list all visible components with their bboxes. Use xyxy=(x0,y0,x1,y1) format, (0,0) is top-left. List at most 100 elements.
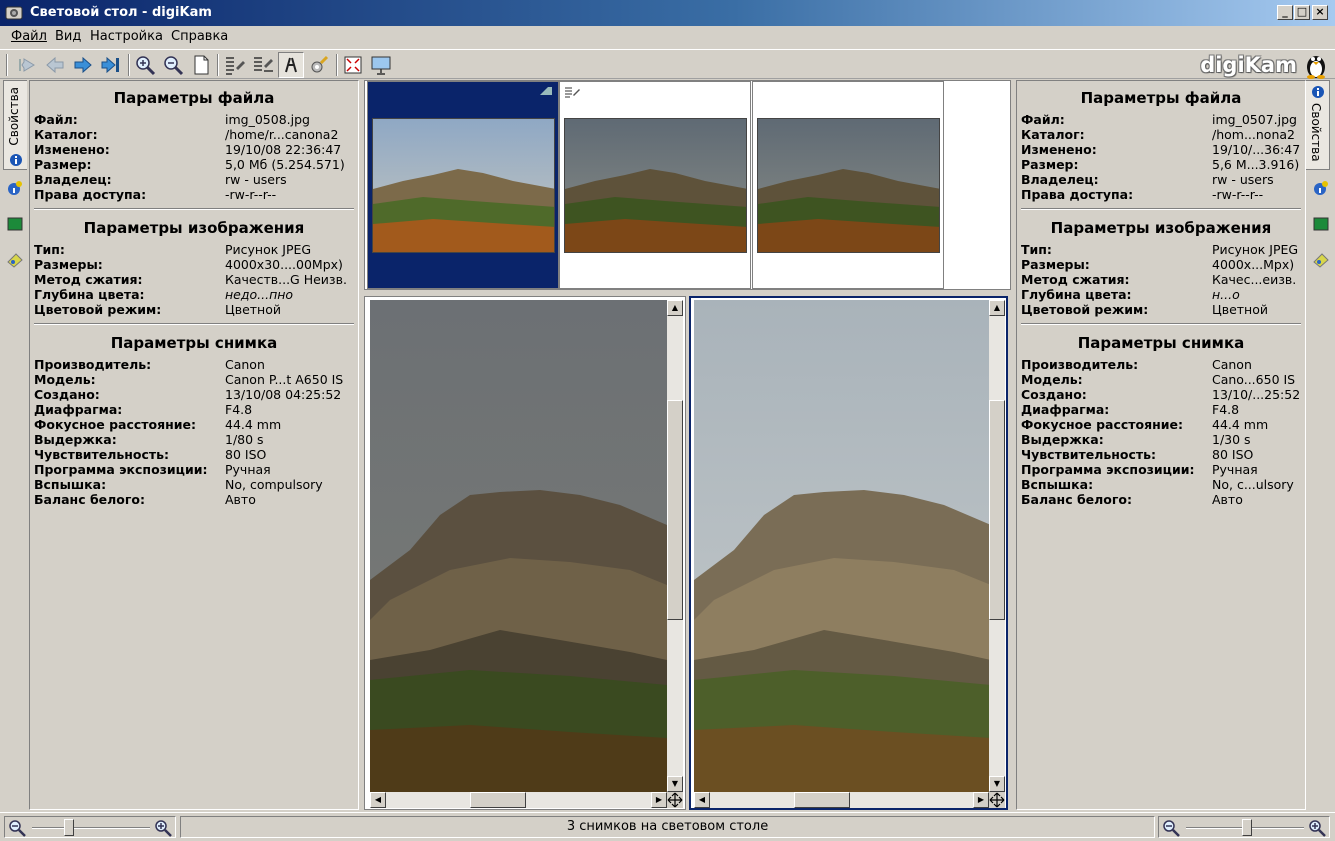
file-properties-list: Файл: img_0508.jpg Каталог: /home/r...canon… xyxy=(34,112,354,202)
property-value: 19/10/08 22:36:47 xyxy=(225,142,342,157)
scroll-up-button[interactable]: ▲ xyxy=(667,300,683,316)
maximize-button[interactable]: □ xyxy=(1294,5,1310,20)
divider xyxy=(34,323,354,325)
menu-file[interactable]: Файл xyxy=(11,29,47,44)
list-view-button[interactable] xyxy=(222,52,248,78)
zoom-track[interactable] xyxy=(32,827,150,829)
thumbnail-bar[interactable] xyxy=(364,80,1011,290)
property-value: Canon P...t A650 IS xyxy=(225,372,344,387)
photo-properties-list: Производитель: Canon Модель: Cano...650 IS С… xyxy=(1021,357,1301,507)
zoom-in-button[interactable] xyxy=(132,52,158,78)
left-preview[interactable]: ▲ ▼ ◀ ▶ xyxy=(364,296,686,810)
property-value: Рисунок JPEG xyxy=(225,242,312,257)
geolocation-tab-icon[interactable] xyxy=(6,252,24,268)
property-label: Диафрагма: xyxy=(1021,402,1110,417)
right-horizontal-scrollbar[interactable]: ◀ ▶ xyxy=(694,792,989,808)
fullscreen-button[interactable] xyxy=(340,52,366,78)
scroll-thumb[interactable] xyxy=(667,400,683,620)
colors-tab-icon[interactable] xyxy=(1312,216,1330,232)
left-zoom-slider[interactable] xyxy=(4,816,176,838)
lighttable-area: ▲ ▼ ◀ ▶ ▲ ▼ ◀ ▶ xyxy=(362,80,1012,810)
right-zoom-slider[interactable] xyxy=(1158,816,1330,838)
colors-tab-icon[interactable] xyxy=(6,216,24,232)
left-vertical-scrollbar[interactable]: ▲ ▼ xyxy=(667,300,683,792)
property-row: Владелец: rw - users xyxy=(1021,172,1301,187)
sync-preview-button[interactable] xyxy=(250,52,276,78)
scroll-thumb[interactable] xyxy=(989,400,1005,620)
minimize-button[interactable]: _ xyxy=(1277,5,1293,20)
right-preview[interactable]: ▲ ▼ ◀ ▶ xyxy=(689,296,1008,810)
fit-window-button[interactable] xyxy=(188,52,214,78)
zoom-in-icon[interactable] xyxy=(1307,818,1327,838)
scroll-down-button[interactable]: ▼ xyxy=(667,776,683,792)
thumbnail-item[interactable] xyxy=(559,81,751,289)
zoom-out-icon[interactable] xyxy=(7,818,27,838)
property-value: F4.8 xyxy=(1212,402,1240,417)
property-label: Создано: xyxy=(1021,387,1087,402)
property-label: Программа экспозиции: xyxy=(34,462,208,477)
close-button[interactable]: × xyxy=(1312,5,1328,20)
left-preview-image xyxy=(370,300,667,792)
scroll-left-button[interactable]: ◀ xyxy=(370,792,386,808)
property-row: Тип: Рисунок JPEG xyxy=(1021,242,1301,257)
navigate-by-pair-button[interactable] xyxy=(278,52,304,78)
last-button[interactable] xyxy=(98,52,124,78)
property-row: Производитель: Canon xyxy=(1021,357,1301,372)
pan-icon[interactable] xyxy=(989,792,1005,808)
property-label: Файл: xyxy=(1021,112,1065,127)
divider xyxy=(1021,208,1301,210)
right-sidebar-tabs: Свойства xyxy=(1306,80,1334,810)
scroll-thumb[interactable] xyxy=(794,792,850,808)
right-vertical-scrollbar[interactable]: ▲ ▼ xyxy=(989,300,1005,792)
property-row: Программа экспозиции: Ручная xyxy=(1021,462,1301,477)
zoom-knob[interactable] xyxy=(1242,819,1253,836)
scroll-left-button[interactable]: ◀ xyxy=(694,792,710,808)
zoom-out-button[interactable] xyxy=(160,52,186,78)
back-button[interactable] xyxy=(42,52,68,78)
property-label: Размер: xyxy=(34,157,92,172)
scroll-down-button[interactable]: ▼ xyxy=(989,776,1005,792)
property-label: Глубина цвета: xyxy=(1021,287,1132,302)
scroll-thumb[interactable] xyxy=(470,792,526,808)
list-icon xyxy=(226,57,245,75)
pan-icon[interactable] xyxy=(667,792,683,808)
first-button[interactable] xyxy=(14,52,40,78)
menu-view[interactable]: Вид xyxy=(55,29,81,44)
metadata-tab-icon[interactable] xyxy=(6,180,24,196)
thumbnail-item[interactable] xyxy=(752,81,944,289)
property-value: Качеств...G Неизв. xyxy=(225,272,347,287)
property-row: Файл: img_0507.jpg xyxy=(1021,112,1301,127)
property-value: 80 ISO xyxy=(1212,447,1254,462)
forward-button[interactable] xyxy=(70,52,96,78)
geolocation-tab-icon[interactable] xyxy=(1312,252,1330,268)
menu-help[interactable]: Справка xyxy=(171,29,228,44)
thumbnail-image xyxy=(564,118,747,253)
metadata-tab-icon[interactable] xyxy=(1312,180,1330,196)
property-value: Цветной xyxy=(1212,302,1268,317)
fit-icon xyxy=(194,55,209,75)
forward-icon xyxy=(74,56,92,74)
slideshow-button[interactable] xyxy=(368,52,394,78)
property-value: Рисунок JPEG xyxy=(1212,242,1299,257)
property-label: Выдержка: xyxy=(1021,432,1104,447)
tab-properties-right[interactable]: Свойства xyxy=(1306,80,1330,170)
property-row: Права доступа: -rw-r--r-- xyxy=(34,187,354,202)
scroll-right-button[interactable]: ▶ xyxy=(651,792,667,808)
property-value: -rw-r--r-- xyxy=(225,187,277,202)
tab-properties-left[interactable]: Свойства xyxy=(3,80,27,170)
scroll-right-button[interactable]: ▶ xyxy=(973,792,989,808)
app-icon[interactable] xyxy=(5,4,23,22)
property-label: Метод сжатия: xyxy=(1021,272,1130,287)
scroll-up-button[interactable]: ▲ xyxy=(989,300,1005,316)
toolbar-handle[interactable] xyxy=(6,54,8,76)
sync-icon xyxy=(254,57,273,72)
property-label: Файл: xyxy=(34,112,78,127)
zoom-knob[interactable] xyxy=(64,819,75,836)
thumbnail-image xyxy=(757,118,940,253)
edit-button[interactable] xyxy=(306,52,332,78)
zoom-out-icon[interactable] xyxy=(1161,818,1181,838)
thumbnail-item[interactable] xyxy=(367,81,559,289)
left-horizontal-scrollbar[interactable]: ◀ ▶ xyxy=(370,792,667,808)
zoom-in-icon[interactable] xyxy=(153,818,173,838)
menu-settings[interactable]: Настройка xyxy=(90,29,163,44)
